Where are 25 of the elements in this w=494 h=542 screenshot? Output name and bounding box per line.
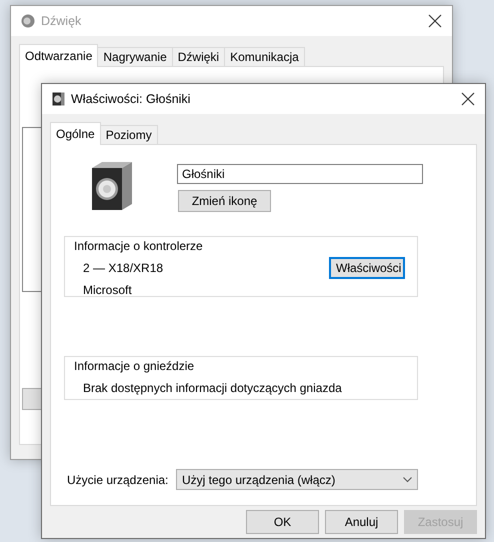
speaker-icon	[21, 14, 35, 28]
tab[interactable]: Poziomy	[100, 125, 158, 144]
name-field[interactable]: Głośniki	[177, 164, 423, 184]
device-list-box[interactable]	[22, 127, 41, 292]
tab[interactable]: Nagrywanie	[97, 47, 173, 66]
close-icon[interactable]	[461, 92, 475, 106]
dialog-button[interactable]: OK	[246, 510, 319, 534]
speaker-icon	[52, 92, 65, 106]
window-title: Dźwięk	[41, 12, 82, 30]
close-icon[interactable]	[428, 14, 442, 28]
dialog-button[interactable]: Anuluj	[325, 510, 398, 534]
tab[interactable]: Odtwarzanie	[19, 44, 98, 67]
window-title: Właściwości: Głośniki	[71, 90, 190, 108]
tab[interactable]: Ogólne	[50, 122, 101, 145]
speaker-icon	[92, 162, 132, 210]
tab[interactable]: Dźwięki	[172, 47, 226, 66]
tab[interactable]: Komunikacja	[224, 47, 305, 66]
controller-vendor: Microsoft	[83, 282, 133, 299]
controller-name: 2 — X18/XR18	[83, 260, 164, 277]
chevron-down-icon	[403, 476, 412, 482]
properties-button[interactable]: Właściwości	[329, 257, 405, 279]
jack-info-text: Brak dostępnych informacji dotyczących gniazda	[83, 380, 343, 397]
usage-label: Użycie urządzenia:	[67, 472, 170, 488]
usage-dropdown[interactable]: Użyj tego urządzenia (włącz)	[176, 469, 418, 490]
change-icon-button[interactable]: Zmień ikonę	[178, 190, 271, 212]
